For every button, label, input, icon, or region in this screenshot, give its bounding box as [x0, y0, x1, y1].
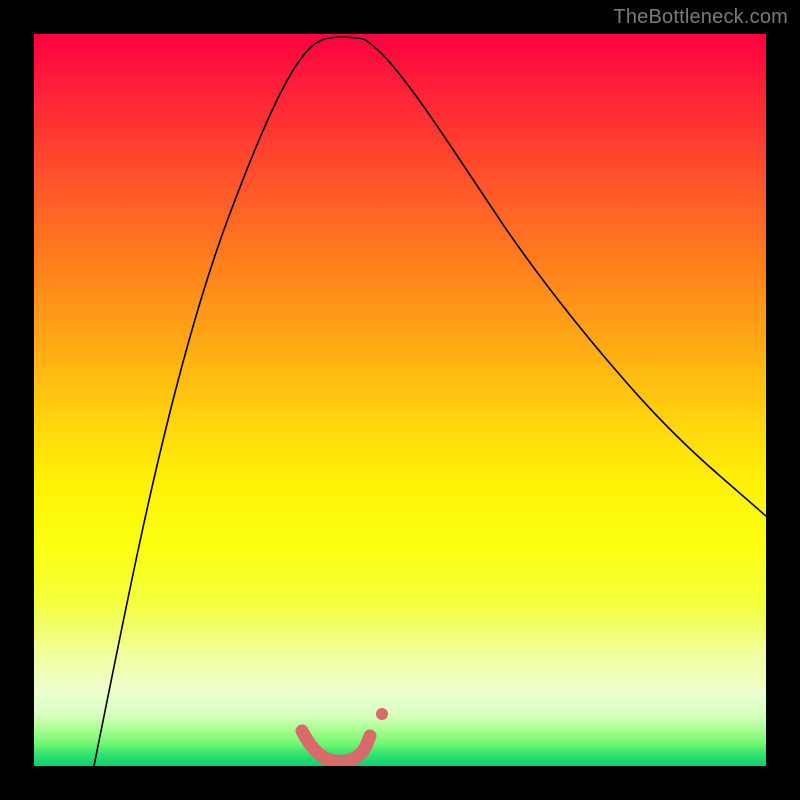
curve-right-branch — [364, 39, 766, 516]
marker-dot — [376, 708, 388, 720]
chart-svg — [34, 34, 766, 766]
chart-frame — [34, 34, 766, 766]
marker-trough-highlight — [302, 731, 370, 761]
watermark-text: TheBottleneck.com — [613, 6, 788, 29]
curve-left-branch — [94, 39, 324, 766]
curve-floor — [324, 37, 364, 39]
